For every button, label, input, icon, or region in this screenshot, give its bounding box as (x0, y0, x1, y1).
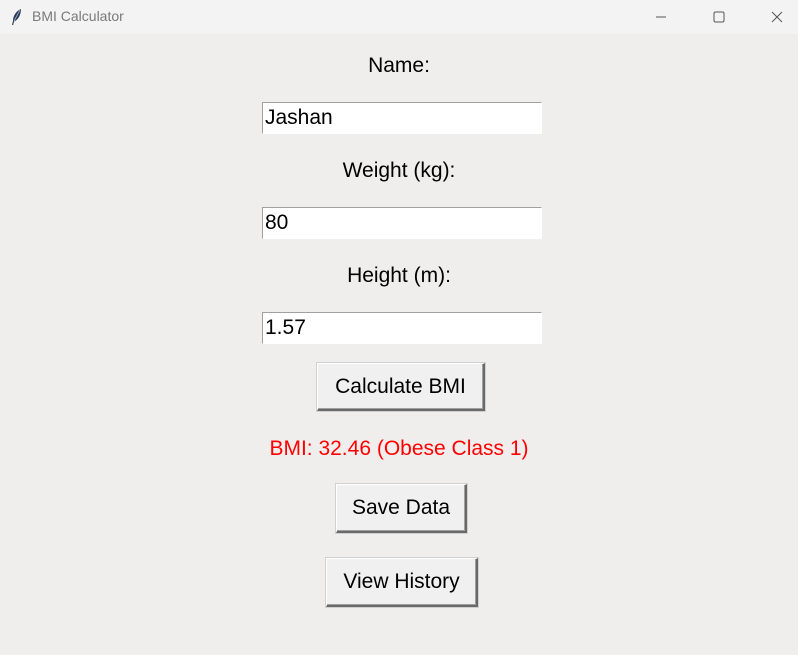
minimize-icon (656, 16, 666, 18)
bmi-result-text: BMI: 32.46 (Obese Class 1) (269, 437, 529, 460)
feather-icon (12, 9, 21, 25)
maximize-icon (713, 11, 725, 23)
close-button[interactable] (748, 0, 798, 34)
title-bar[interactable]: BMI Calculator (0, 0, 798, 34)
close-icon (771, 11, 783, 23)
name-input[interactable] (262, 102, 542, 134)
view-history-button[interactable]: View History (326, 558, 478, 607)
weight-input[interactable] (262, 207, 542, 239)
maximize-button[interactable] (690, 0, 748, 34)
main-window: Name: Weight (kg): Height (m): Calculate… (0, 34, 798, 655)
window-title: BMI Calculator (32, 8, 124, 24)
height-input[interactable] (262, 312, 542, 344)
height-label: Height (m): (347, 264, 451, 287)
weight-label: Weight (kg): (342, 159, 456, 182)
minimize-button[interactable] (632, 0, 690, 34)
name-label: Name: (368, 54, 430, 77)
save-data-button[interactable]: Save Data (336, 484, 467, 533)
calculate-bmi-button[interactable]: Calculate BMI (317, 363, 485, 411)
